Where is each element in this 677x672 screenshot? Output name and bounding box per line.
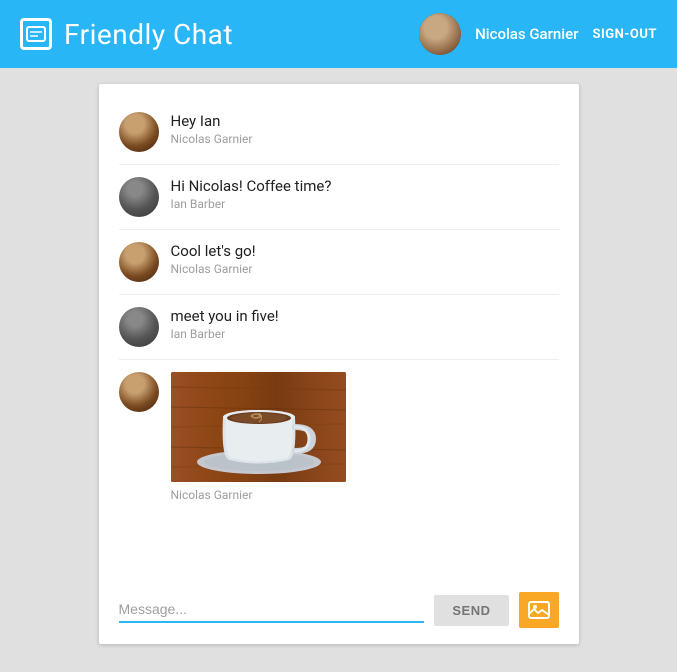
app-icon (20, 18, 52, 50)
nicolas-avatar (119, 242, 159, 282)
message-author: Nicolas Garnier (171, 488, 346, 502)
app-header: Friendly Chat Nicolas Garnier SIGN-OUT (0, 0, 677, 68)
chat-card: Hey Ian Nicolas Garnier Hi Nicolas! Coff… (99, 84, 579, 644)
message-author: Nicolas Garnier (171, 262, 256, 276)
input-row: SEND (119, 592, 559, 628)
nicolas-avatar (119, 112, 159, 152)
message-text: Cool let's go! (171, 242, 256, 260)
image-icon (528, 601, 550, 619)
message-text: meet you in five! (171, 307, 279, 325)
message-author: Nicolas Garnier (171, 132, 253, 146)
message-item: Hi Nicolas! Coffee time? Ian Barber (119, 165, 559, 230)
message-content: Hi Nicolas! Coffee time? Ian Barber (171, 177, 332, 211)
message-input[interactable] (119, 597, 425, 623)
message-author: Ian Barber (171, 327, 279, 341)
avatar (119, 242, 159, 282)
message-content: Nicolas Garnier (171, 372, 346, 502)
main-content: Hey Ian Nicolas Garnier Hi Nicolas! Coff… (0, 68, 677, 660)
avatar (119, 112, 159, 152)
message-author: Ian Barber (171, 197, 332, 211)
image-upload-button[interactable] (519, 592, 559, 628)
signout-button[interactable]: SIGN-OUT (592, 27, 657, 42)
messages-list: Hey Ian Nicolas Garnier Hi Nicolas! Coff… (99, 84, 579, 580)
nicolas-avatar (119, 372, 159, 412)
user-avatar-header (419, 13, 461, 55)
ian-avatar (119, 307, 159, 347)
avatar (119, 177, 159, 217)
send-button[interactable]: SEND (434, 595, 508, 626)
message-content: Hey Ian Nicolas Garnier (171, 112, 253, 146)
header-left: Friendly Chat (20, 18, 233, 51)
avatar (119, 372, 159, 412)
avatar-image (419, 13, 461, 55)
message-item: Nicolas Garnier (119, 360, 559, 514)
app-title: Friendly Chat (64, 18, 233, 51)
message-image (171, 372, 346, 482)
message-content: Cool let's go! Nicolas Garnier (171, 242, 256, 276)
header-right: Nicolas Garnier SIGN-OUT (419, 13, 657, 55)
header-username: Nicolas Garnier (475, 25, 578, 43)
avatar (119, 307, 159, 347)
message-item: Cool let's go! Nicolas Garnier (119, 230, 559, 295)
message-content: meet you in five! Ian Barber (171, 307, 279, 341)
message-item: meet you in five! Ian Barber (119, 295, 559, 360)
ian-avatar (119, 177, 159, 217)
input-area: SEND (99, 580, 579, 644)
message-text: Hi Nicolas! Coffee time? (171, 177, 332, 195)
message-item: Hey Ian Nicolas Garnier (119, 100, 559, 165)
message-text: Hey Ian (171, 112, 253, 130)
